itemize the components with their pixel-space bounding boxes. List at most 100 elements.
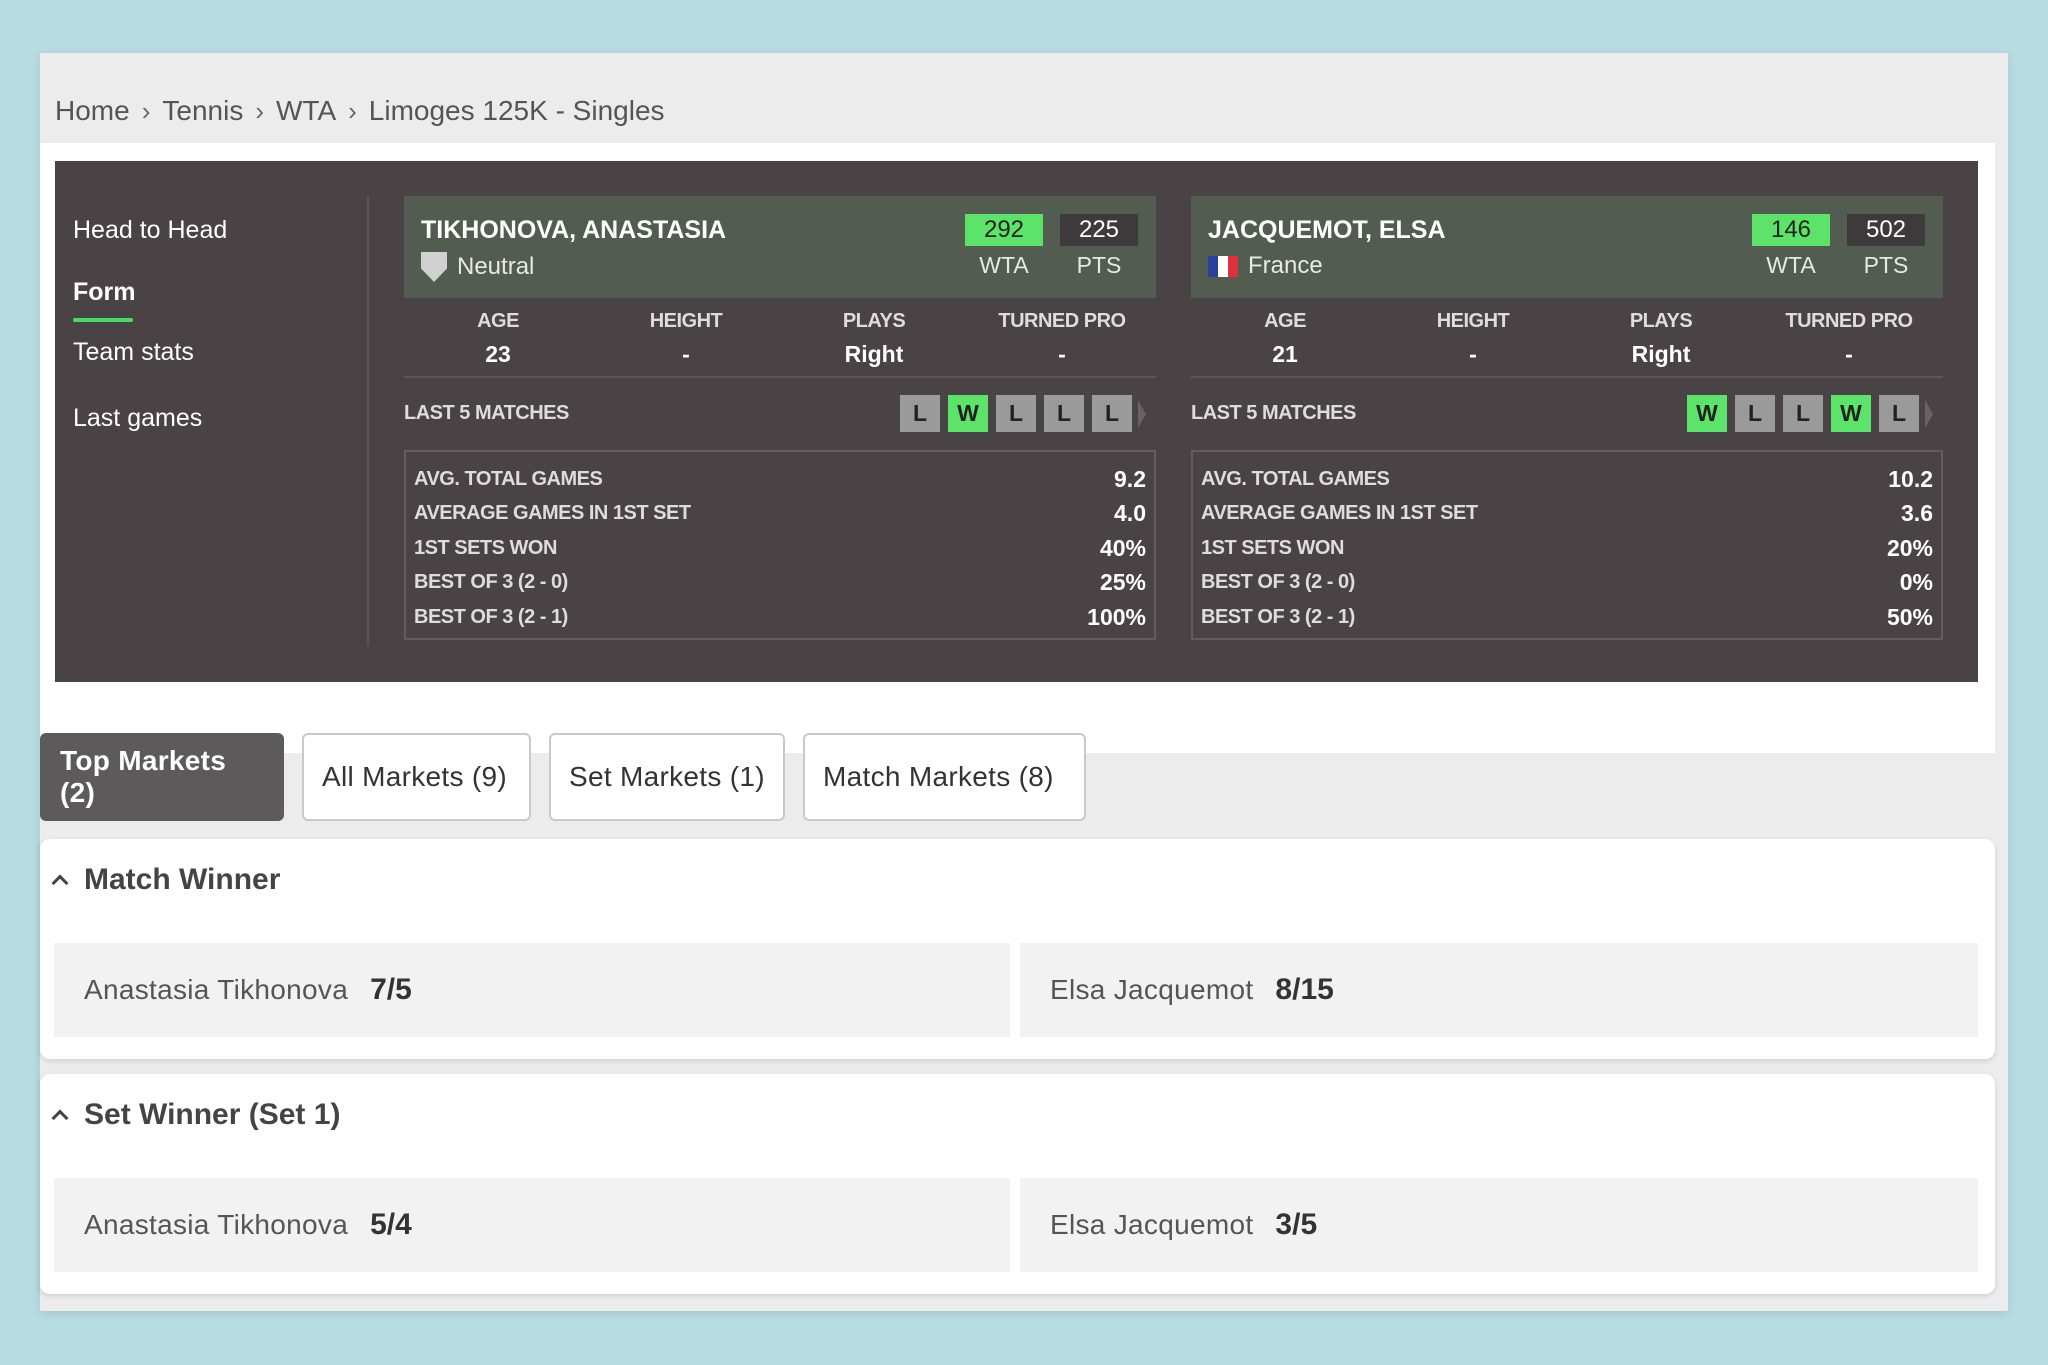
market-set-winner: Set Winner (Set 1) Anastasia Tikhonova 5… — [40, 1074, 1995, 1294]
chevron-right-icon: › — [348, 95, 357, 126]
stat-label: BEST OF 3 (2 - 1) — [1201, 605, 1355, 628]
nav-team-stats[interactable]: Team stats — [73, 338, 194, 367]
chevron-up-icon — [51, 1109, 69, 1127]
info-label: PLAYS — [842, 310, 906, 332]
stat-row: 1ST SETS WON 40% — [414, 531, 1146, 566]
breadcrumb-home[interactable]: Home — [55, 95, 130, 127]
stat-value: 100% — [1087, 603, 1146, 630]
player-info-row: AGE 23 HEIGHT - PLAYS Right TURNED PRO - — [404, 298, 1156, 378]
selection-price: 3/5 — [1275, 1208, 1318, 1241]
selection-button[interactable]: Anastasia Tikhonova 7/5 — [54, 943, 1010, 1037]
stat-value: 50% — [1886, 603, 1933, 630]
player-card-1: TIKHONOVA, ANASTASIA Neutral 292 225 WTA… — [404, 196, 1156, 640]
result-badge: W — [1687, 395, 1727, 432]
market-header[interactable]: Set Winner (Set 1) — [51, 1098, 340, 1132]
info-turned-pro: TURNED PRO - — [982, 310, 1142, 368]
nav-form[interactable]: Form — [73, 278, 136, 307]
stat-label: BEST OF 3 (2 - 0) — [1201, 571, 1355, 594]
stat-row: BEST OF 3 (2 - 0) 0% — [1201, 566, 1933, 601]
stat-value: 10.2 — [1888, 465, 1933, 492]
last-5-matches: LAST 5 MATCHES W L L W L — [1191, 378, 1943, 450]
tab-top-markets[interactable]: Top Markets (2) — [40, 733, 284, 821]
wta-label: WTA — [1766, 252, 1816, 278]
active-nav-underline — [73, 318, 133, 322]
chevron-right-icon: › — [141, 95, 151, 126]
info-value: 23 — [485, 341, 511, 367]
info-value: - — [1058, 341, 1066, 367]
shield-icon — [421, 252, 447, 282]
info-height: HEIGHT - — [606, 310, 766, 368]
stat-value: 20% — [1886, 534, 1933, 561]
info-label: AGE — [1264, 310, 1306, 332]
result-badge: L — [1044, 395, 1084, 432]
result-badge: L — [1879, 395, 1919, 432]
info-label: TURNED PRO — [998, 310, 1126, 332]
breadcrumb: Home › Tennis › WTA › Limoges 125K - Sin… — [55, 91, 665, 131]
selection-price: 5/4 — [370, 1208, 412, 1241]
stat-row: AVERAGE GAMES IN 1ST SET 3.6 — [1201, 497, 1933, 532]
selection-button[interactable]: Elsa Jacquemot 8/15 — [1020, 943, 1978, 1037]
stat-row: AVG. TOTAL GAMES 9.2 — [414, 462, 1146, 497]
selection-price: 8/15 — [1275, 973, 1334, 1006]
result-badge: W — [948, 395, 988, 432]
result-badge: L — [900, 395, 940, 432]
pts-badge: 225 — [1060, 214, 1138, 246]
breadcrumb-event[interactable]: Limoges 125K - Singles — [369, 95, 665, 127]
stat-value: 3.6 — [1901, 500, 1933, 527]
breadcrumb-wta[interactable]: WTA — [276, 95, 336, 127]
info-value: Right — [844, 341, 904, 367]
france-flag-icon — [1208, 255, 1238, 277]
last-5-results: L W L L L — [900, 395, 1146, 432]
info-label: HEIGHT — [1436, 310, 1510, 332]
stat-label: BEST OF 3 (2 - 1) — [414, 605, 568, 628]
country-label: France — [1248, 252, 1323, 279]
result-badge: L — [1092, 395, 1132, 432]
stat-label: AVG. TOTAL GAMES — [414, 467, 603, 490]
player-stats-box: AVG. TOTAL GAMES 10.2 AVERAGE GAMES IN 1… — [1191, 450, 1943, 640]
info-plays: PLAYS Right — [794, 310, 954, 368]
stat-label: 1ST SETS WON — [1201, 536, 1344, 559]
pts-label: PTS — [1076, 252, 1122, 278]
stats-side-nav: Head to Head Form Team stats Last games — [55, 196, 369, 646]
tab-all-markets[interactable]: All Markets (9) — [302, 733, 531, 821]
market-header[interactable]: Match Winner — [51, 863, 280, 897]
selection-button[interactable]: Anastasia Tikhonova 5/4 — [54, 1178, 1010, 1272]
result-badge: L — [996, 395, 1036, 432]
info-label: TURNED PRO — [1785, 310, 1913, 332]
selection-name: Anastasia Tikhonova — [84, 974, 349, 1005]
nav-last-games[interactable]: Last games — [73, 404, 202, 433]
info-age: AGE 23 — [418, 310, 578, 368]
market-match-winner: Match Winner Anastasia Tikhonova 7/5 Els… — [40, 839, 1995, 1059]
stat-row: AVG. TOTAL GAMES 10.2 — [1201, 462, 1933, 497]
player-header: JACQUEMOT, ELSA France 146 502 WTA PTS — [1191, 196, 1943, 298]
info-label: HEIGHT — [649, 310, 723, 332]
breadcrumb-tennis[interactable]: Tennis — [162, 95, 243, 127]
tab-set-markets[interactable]: Set Markets (1) — [549, 733, 785, 821]
selection-price: 7/5 — [370, 973, 412, 1006]
info-value: 21 — [1272, 341, 1298, 367]
wta-rank-badge: 146 — [1752, 214, 1830, 246]
last-5-matches: LAST 5 MATCHES L W L L L — [404, 378, 1156, 450]
result-badge: W — [1831, 395, 1871, 432]
arrow-right-icon — [1138, 399, 1146, 428]
country-label: Neutral — [457, 253, 535, 280]
wta-rank-badge: 292 — [965, 214, 1043, 246]
stat-label: AVERAGE GAMES IN 1ST SET — [1201, 502, 1478, 525]
selection-button[interactable]: Elsa Jacquemot 3/5 — [1020, 1178, 1978, 1272]
chevron-up-icon — [51, 874, 69, 892]
player-name: JACQUEMOT, ELSA — [1208, 216, 1446, 244]
stat-value: 4.0 — [1114, 500, 1146, 527]
info-value: - — [1469, 341, 1477, 367]
stat-label: AVERAGE GAMES IN 1ST SET — [414, 502, 691, 525]
result-badge: L — [1735, 395, 1775, 432]
stat-value: 25% — [1099, 569, 1146, 596]
player-card-2: JACQUEMOT, ELSA France 146 502 WTA PTS A… — [1191, 196, 1943, 640]
nav-head-to-head[interactable]: Head to Head — [73, 216, 227, 245]
tab-match-markets[interactable]: Match Markets (8) — [803, 733, 1086, 821]
stat-value: 9.2 — [1114, 465, 1146, 492]
market-tabs: Top Markets (2) All Markets (9) Set Mark… — [40, 733, 1086, 821]
info-value: - — [682, 341, 690, 367]
pts-badge: 502 — [1847, 214, 1925, 246]
last-5-label: LAST 5 MATCHES — [1191, 402, 1356, 424]
stat-label: BEST OF 3 (2 - 0) — [414, 571, 568, 594]
